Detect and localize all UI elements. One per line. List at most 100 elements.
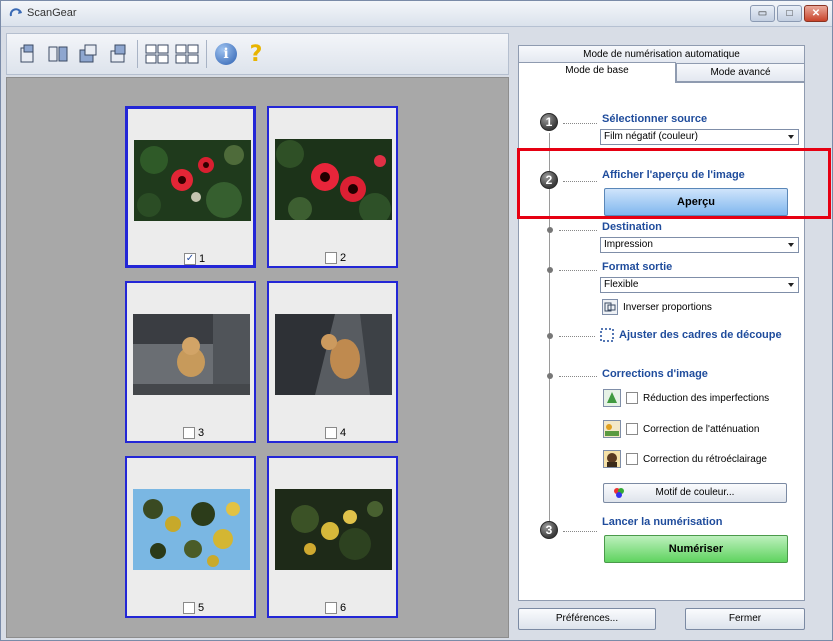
toolbar-separator [137, 40, 138, 68]
thumbnail-view-icon [145, 44, 169, 64]
frame-1-label: 1 [199, 253, 206, 265]
window-title: ScanGear [27, 7, 77, 19]
scangear-app-icon [9, 8, 22, 17]
close-window-button[interactable]: ✕ [804, 5, 828, 22]
tab-basic-mode[interactable]: Mode de base [518, 62, 676, 83]
frame-1-checkbox[interactable]: ✓ 1 [184, 253, 205, 265]
swap-aspect-ratio-button[interactable]: Inverser proportions [602, 299, 712, 315]
film-frame-3[interactable]: 3 [125, 281, 256, 443]
close-label: Fermer [728, 613, 762, 624]
preview-toolbar: i ? [6, 33, 509, 75]
title-bar: ScanGear ▭ □ ✕ [1, 1, 832, 27]
thumbnail-view-button[interactable] [142, 39, 172, 69]
frame-4-label: 4 [340, 427, 347, 439]
rotate-180-icon [110, 44, 126, 63]
backlight-correction-label: Correction du rétroéclairage [643, 453, 767, 465]
step-3-icon: 3 [540, 521, 558, 539]
tab-auto-scan-mode[interactable]: Mode de numérisation automatique [518, 45, 805, 63]
backlight-correction-checkbox[interactable] [626, 453, 638, 465]
film-frame-1[interactable]: ✓ 1 [125, 106, 256, 268]
grid-view-button[interactable] [172, 39, 202, 69]
film-frame-2[interactable]: 2 [267, 106, 398, 268]
frame-5-label: 5 [198, 602, 205, 614]
select-source-heading: Sélectionner source [602, 113, 708, 125]
scan-button-label: Numériser [668, 543, 724, 555]
checkbox-unchecked-icon [325, 427, 337, 439]
destination-select-value: Impression [604, 239, 653, 250]
dust-reduction-checkbox[interactable] [626, 392, 638, 404]
source-select-value: Film négatif (couleur) [604, 131, 698, 142]
frame-2-checkbox[interactable]: 2 [325, 252, 346, 264]
film-frame-4[interactable]: 4 [267, 281, 398, 443]
minimize-button[interactable]: ▭ [750, 5, 775, 22]
toolbar-separator [206, 40, 207, 68]
output-size-select-value: Flexible [604, 279, 639, 290]
color-pattern-icon [614, 488, 624, 498]
checkbox-unchecked-icon [325, 602, 337, 614]
step-2-icon: 2 [540, 171, 558, 189]
frame-3-label: 3 [198, 427, 205, 439]
fading-correction-label: Correction de l'atténuation [643, 423, 760, 435]
crop-bullet [547, 333, 553, 339]
film-frame-5[interactable]: 5 [125, 456, 256, 618]
rotate-180-button[interactable] [103, 39, 133, 69]
fading-correction-checkbox[interactable] [626, 423, 638, 435]
color-pattern-button[interactable]: Motif de couleur... [603, 483, 787, 503]
frame-4-checkbox[interactable]: 4 [325, 427, 346, 439]
chevron-down-icon [788, 283, 794, 287]
tab-advanced-mode[interactable]: Mode avancé [676, 63, 805, 82]
chevron-down-icon [788, 243, 794, 247]
dust-reduction-option[interactable]: Réduction des imperfections [603, 389, 769, 407]
frame-3-thumbnail [133, 314, 250, 395]
corrections-dots [559, 376, 597, 377]
rotate-left-icon [20, 44, 34, 63]
preferences-label: Préférences... [555, 613, 619, 624]
output-size-select[interactable]: Flexible [600, 277, 799, 293]
step-1-dots [563, 123, 597, 124]
start-scan-heading: Lancer la numérisation [602, 516, 723, 528]
dust-reduction-label: Réduction des imperfections [643, 392, 770, 404]
scan-button[interactable]: Numériser [604, 535, 788, 563]
swap-aspect-ratio-label: Inverser proportions [623, 301, 712, 313]
preview-heading: Afficher l'aperçu de l'image [602, 169, 745, 181]
close-button[interactable]: Fermer [685, 608, 805, 630]
frame-5-thumbnail [133, 489, 250, 570]
help-button[interactable]: ? [241, 39, 271, 69]
swap-aspect-ratio-icon [602, 299, 618, 315]
step-1-icon: 1 [540, 113, 558, 131]
fading-correction-icon [603, 420, 621, 438]
grid-view-icon [175, 44, 199, 64]
destination-select[interactable]: Impression [600, 237, 799, 253]
info-icon: i [215, 43, 237, 65]
output-size-dots [559, 270, 597, 271]
frame-6-checkbox[interactable]: 6 [325, 602, 346, 614]
rotate-right-icon [79, 44, 97, 63]
frame-5-checkbox[interactable]: 5 [183, 602, 204, 614]
preview-panel: i ? ✓ 1 2 3 4 5 6 [6, 33, 509, 638]
rotate-right-button[interactable] [73, 39, 103, 69]
frame-3-checkbox[interactable]: 3 [183, 427, 204, 439]
dust-reduction-icon [603, 389, 621, 407]
film-frame-6[interactable]: 6 [267, 456, 398, 618]
backlight-correction-option[interactable]: Correction du rétroéclairage [603, 450, 767, 468]
color-pattern-label: Motif de couleur... [655, 487, 735, 498]
preferences-button[interactable]: Préférences... [518, 608, 656, 630]
maximize-button[interactable]: □ [777, 5, 802, 22]
info-button[interactable]: i [211, 39, 241, 69]
adjust-crop-frames-label: Ajuster des cadres de découpe [619, 329, 782, 341]
mirror-button[interactable] [43, 39, 73, 69]
frame-2-thumbnail [275, 139, 392, 220]
rotate-left-button[interactable] [13, 39, 43, 69]
preview-button[interactable]: Aperçu [604, 188, 788, 216]
maximize-icon: □ [786, 8, 793, 19]
help-icon: ? [249, 41, 263, 67]
fading-correction-option[interactable]: Correction de l'atténuation [603, 420, 759, 438]
output-size-heading: Format sortie [602, 261, 673, 273]
frame-6-thumbnail [275, 489, 392, 570]
frame-2-label: 2 [340, 252, 347, 264]
source-select[interactable]: Film négatif (couleur) [600, 129, 799, 145]
checkbox-unchecked-icon [325, 252, 337, 264]
adjust-crop-frames-link[interactable]: Ajuster des cadres de découpe [600, 328, 782, 342]
step-connector-line [549, 133, 550, 523]
step-3-dots [563, 531, 597, 532]
